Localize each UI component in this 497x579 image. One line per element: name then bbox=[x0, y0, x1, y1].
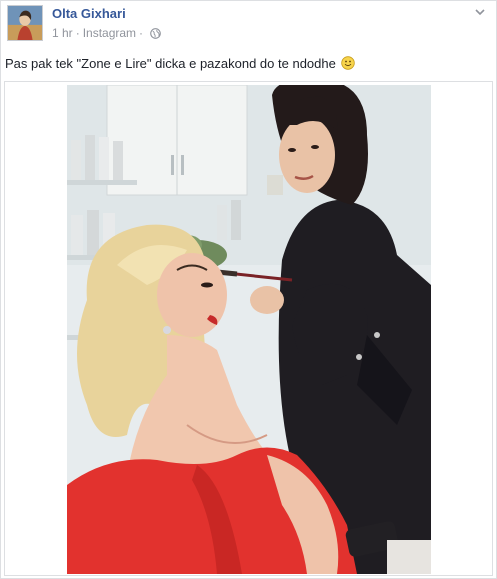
photo-image bbox=[67, 85, 431, 574]
facebook-post: Olta Gixhari 1 hr · Instagram · Pas pak … bbox=[0, 0, 497, 579]
avatar-image bbox=[8, 6, 42, 40]
chevron-down-icon[interactable] bbox=[473, 5, 487, 19]
post-meta: Olta Gixhari 1 hr · Instagram · bbox=[52, 5, 161, 41]
smiley-icon bbox=[341, 56, 356, 70]
meta-separator-2: · bbox=[139, 26, 144, 40]
meta-separator: · bbox=[75, 26, 80, 40]
post-attachment bbox=[4, 81, 493, 576]
post-timestamp[interactable]: 1 hr bbox=[52, 25, 73, 41]
post-subline: 1 hr · Instagram · bbox=[52, 25, 161, 41]
post-photo[interactable] bbox=[67, 85, 431, 574]
post-message-text: Pas pak tek "Zone e Lire" dicka e pazako… bbox=[5, 56, 336, 71]
author-avatar[interactable] bbox=[7, 5, 43, 41]
author-name[interactable]: Olta Gixhari bbox=[52, 6, 161, 22]
globe-icon[interactable] bbox=[150, 27, 161, 39]
post-header: Olta Gixhari 1 hr · Instagram · bbox=[7, 5, 161, 45]
post-message: Pas pak tek "Zone e Lire" dicka e pazako… bbox=[5, 55, 356, 73]
post-source[interactable]: Instagram bbox=[83, 25, 136, 41]
